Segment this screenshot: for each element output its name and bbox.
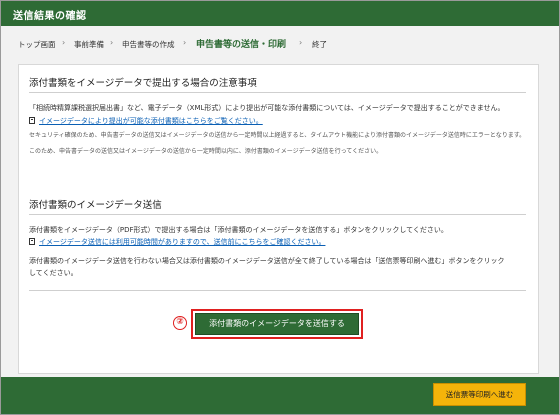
breadcrumb-item-prep: 事前準備	[74, 40, 104, 49]
breadcrumb-item-top: トップ画面	[18, 40, 56, 49]
send-image-data-button[interactable]: 添付書類のイメージデータを送信する	[195, 313, 359, 335]
breadcrumb-separator: ›	[62, 38, 66, 47]
section2-heading: 添付書類のイメージデータ送信	[29, 200, 162, 211]
divider	[29, 214, 526, 215]
section1-link[interactable]: イメージデータにより提出が可能な添付書類はこちらをご覧ください。	[39, 116, 263, 126]
section1-text: 「相続時精算課税選択届出書」など、電子データ（XML形式）により提出が可能な添付…	[29, 104, 505, 112]
app-window: 送信結果の確認 トップ画面 › 事前準備 › 申告書等の作成 › 申告書等の送信…	[0, 0, 560, 415]
bottom-bar: 送信票等印刷へ進む	[1, 377, 559, 414]
divider	[29, 290, 526, 291]
section2-link[interactable]: イメージデータ送信には利用可能時間がありますので、送信前にこちらをご確認ください…	[39, 237, 325, 247]
send-button-highlight: 添付書類のイメージデータを送信する	[191, 309, 363, 339]
title-bar: 送信結果の確認	[1, 1, 559, 26]
document-icon	[29, 117, 35, 124]
section2-text: 添付書類のイメージデータ送信を行わない場合又は添付書類のイメージデータ送信が全て…	[29, 257, 505, 265]
breadcrumb: トップ画面 › 事前準備 › 申告書等の作成 › 申告書等の送信・印刷 › 終了	[18, 36, 538, 54]
breadcrumb-item-create: 申告書等の作成	[122, 40, 175, 49]
breadcrumb-separator: ›	[299, 38, 303, 47]
divider	[29, 92, 526, 93]
section1-heading: 添付書類をイメージデータで提出する場合の注意事項	[29, 78, 257, 89]
section2-text: 添付書類をイメージデータ（PDF形式）で提出する場合は「添付書類のイメージデータ…	[29, 226, 448, 234]
breadcrumb-separator: ›	[110, 38, 114, 47]
breadcrumb-item-end: 終了	[312, 40, 327, 49]
section2-text: してください。	[29, 269, 78, 277]
window-title: 送信結果の確認	[13, 11, 87, 22]
document-icon	[29, 238, 35, 245]
proceed-to-print-button[interactable]: 送信票等印刷へ進む	[433, 383, 526, 406]
breadcrumb-item-current: 申告書等の送信・印刷	[196, 40, 287, 50]
section1-note1: セキュリティ確保のため、申告書データの送信又はイメージデータの送信から一定時間以…	[29, 132, 526, 139]
breadcrumb-separator: ›	[183, 38, 187, 47]
section1-note2: このため、申告書データの送信又はイメージデータの送信から一定時間以内に、添付書類…	[29, 148, 383, 155]
step-marker: ②	[173, 316, 187, 330]
